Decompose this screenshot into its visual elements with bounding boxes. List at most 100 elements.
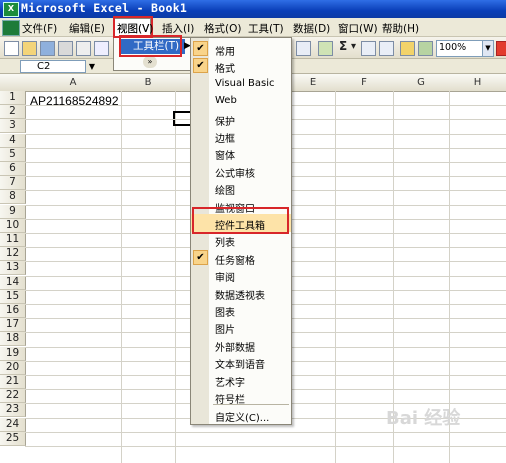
row-header[interactable]: 14 xyxy=(0,275,26,290)
menu-item-customize[interactable]: 自定义(C)... xyxy=(191,406,291,424)
row-header[interactable]: 15 xyxy=(0,289,26,304)
sort-ascending-icon[interactable] xyxy=(361,41,376,56)
menu-item-label: 艺术字 xyxy=(215,377,245,389)
workbook-icon[interactable] xyxy=(2,20,20,36)
menu-help[interactable]: 帮助(H) xyxy=(382,21,419,36)
menu-format[interactable]: 格式(O) xyxy=(204,21,241,36)
menu-item-toolbar[interactable]: 艺术字 xyxy=(191,371,291,389)
row-header[interactable]: 17 xyxy=(0,318,26,333)
menu-edit[interactable]: 编辑(E) xyxy=(69,21,105,36)
row-header[interactable]: 9 xyxy=(0,204,26,219)
menu-item-label: 任务窗格 xyxy=(215,255,255,267)
row-header[interactable]: 11 xyxy=(0,233,26,247)
row-header[interactable]: 12 xyxy=(0,247,26,262)
menu-data[interactable]: 数据(D) xyxy=(293,21,330,36)
gridline xyxy=(25,446,506,447)
menu-item-toolbar[interactable]: 文本到语音 xyxy=(191,353,291,371)
menu-insert[interactable]: 插入(I) xyxy=(162,21,194,36)
row-header[interactable]: 16 xyxy=(0,304,26,318)
menu-item-label: 保护 xyxy=(215,116,235,128)
menu-item-label: 公式审核 xyxy=(215,168,255,180)
row-header[interactable]: 23 xyxy=(0,403,26,418)
zoom-field[interactable]: 100% xyxy=(436,40,486,57)
chart-wizard-icon[interactable] xyxy=(400,41,415,56)
autosum-dropdown-icon[interactable]: ▾ xyxy=(351,41,356,52)
drawing-icon[interactable] xyxy=(418,41,433,56)
permission-icon[interactable] xyxy=(58,41,73,56)
column-header[interactable]: G xyxy=(393,74,450,92)
row-header[interactable]: 2 xyxy=(0,105,26,120)
select-all-corner[interactable] xyxy=(0,74,26,92)
row-header[interactable]: 8 xyxy=(0,190,26,205)
menu-window[interactable]: 窗口(W) xyxy=(338,21,378,36)
menu-item-toolbar[interactable]: 绘图 xyxy=(191,179,291,197)
menu-bar: 文件(F) 编辑(E) 视图(V) 插入(I) 格式(O) 工具(T) 数据(D… xyxy=(0,18,506,37)
menu-item-toolbar[interactable]: 审阅 xyxy=(191,266,291,284)
menu-item-toolbar[interactable]: 列表 xyxy=(191,231,291,249)
menu-item-toolbar[interactable]: 数据透视表 xyxy=(191,284,291,302)
menu-file[interactable]: 文件(F) xyxy=(22,21,57,36)
menu-item-label: 图表 xyxy=(215,308,235,319)
row-header[interactable]: 21 xyxy=(0,375,26,389)
help-icon[interactable] xyxy=(496,41,506,56)
watermark: Bai 经验 xyxy=(386,408,461,429)
column-header[interactable]: A xyxy=(25,74,122,92)
menu-item-toolbar[interactable]: ✔ 格式 xyxy=(191,57,291,75)
gridline xyxy=(175,91,176,463)
menu-item-toolbar[interactable]: 窗体 xyxy=(191,144,291,162)
menu-view[interactable]: 视图(V) xyxy=(117,21,153,36)
column-header[interactable]: B xyxy=(121,74,176,92)
gridline xyxy=(121,91,122,463)
hyperlink-icon[interactable] xyxy=(318,41,333,56)
new-icon[interactable] xyxy=(4,41,19,56)
menu-item-toolbar[interactable]: 保护 xyxy=(191,110,291,128)
menu-item-toolbar[interactable]: Web xyxy=(191,92,291,110)
menu-item-label: 文本到语音 xyxy=(215,360,265,372)
menu-tools[interactable]: 工具(T) xyxy=(248,21,284,36)
print-preview-icon[interactable] xyxy=(94,41,109,56)
row-header[interactable]: 20 xyxy=(0,360,26,375)
name-box[interactable]: C2 xyxy=(20,60,86,73)
row-header[interactable]: 4 xyxy=(0,133,26,148)
excel-icon[interactable]: X xyxy=(3,2,19,17)
menu-item-label: Visual Basic xyxy=(215,77,275,89)
open-icon[interactable] xyxy=(22,41,37,56)
menu-item-toolbar[interactable]: ✔ 任务窗格 xyxy=(191,249,291,267)
print-icon[interactable] xyxy=(76,41,91,56)
row-header[interactable]: 1 xyxy=(0,91,26,105)
expand-menu-chevron-icon[interactable]: » xyxy=(143,56,157,68)
title-bar: X Microsoft Excel - Book1 xyxy=(0,0,506,18)
menu-item-label: 绘图 xyxy=(215,186,235,198)
menu-item-toolbar[interactable]: 图片 xyxy=(191,318,291,336)
menu-item-toolbar[interactable]: 外部数据 xyxy=(191,336,291,354)
column-header[interactable]: E xyxy=(291,74,336,92)
row-header[interactable]: 22 xyxy=(0,389,26,404)
row-header[interactable]: 7 xyxy=(0,176,26,191)
checkmark-icon: ✔ xyxy=(193,249,208,265)
autosum-icon[interactable]: Σ xyxy=(339,39,347,53)
column-header[interactable]: F xyxy=(335,74,394,92)
menu-item-toolbar[interactable]: ✔ 常用 xyxy=(191,40,291,58)
row-header[interactable]: 3 xyxy=(0,119,26,134)
zoom-dropdown-icon[interactable]: ▼ xyxy=(482,40,494,57)
menu-item-toolbar[interactable]: 边框 xyxy=(191,127,291,145)
row-header[interactable]: 19 xyxy=(0,346,26,361)
row-header[interactable]: 5 xyxy=(0,147,26,162)
menu-item-toolbar[interactable]: 图表 xyxy=(191,301,291,319)
row-header[interactable]: 10 xyxy=(0,218,26,233)
name-box-dropdown-icon[interactable]: ▼ xyxy=(86,60,98,73)
save-icon[interactable] xyxy=(40,41,55,56)
row-header[interactable]: 6 xyxy=(0,162,26,176)
sort-descending-icon[interactable] xyxy=(379,41,394,56)
annotation-box-control-toolbox xyxy=(192,207,289,234)
menu-item-toolbar[interactable]: 公式审核 xyxy=(191,162,291,180)
row-header[interactable]: 13 xyxy=(0,261,26,276)
menu-item-toolbar[interactable]: Visual Basic xyxy=(191,75,291,93)
column-header[interactable]: H xyxy=(449,74,506,92)
row-header[interactable]: 24 xyxy=(0,417,26,432)
annotation-box-toolbars xyxy=(119,35,182,57)
redo-icon[interactable] xyxy=(296,41,311,56)
row-header[interactable]: 25 xyxy=(0,431,26,446)
menu-item-label: 图片 xyxy=(215,325,235,337)
row-header[interactable]: 18 xyxy=(0,332,26,347)
